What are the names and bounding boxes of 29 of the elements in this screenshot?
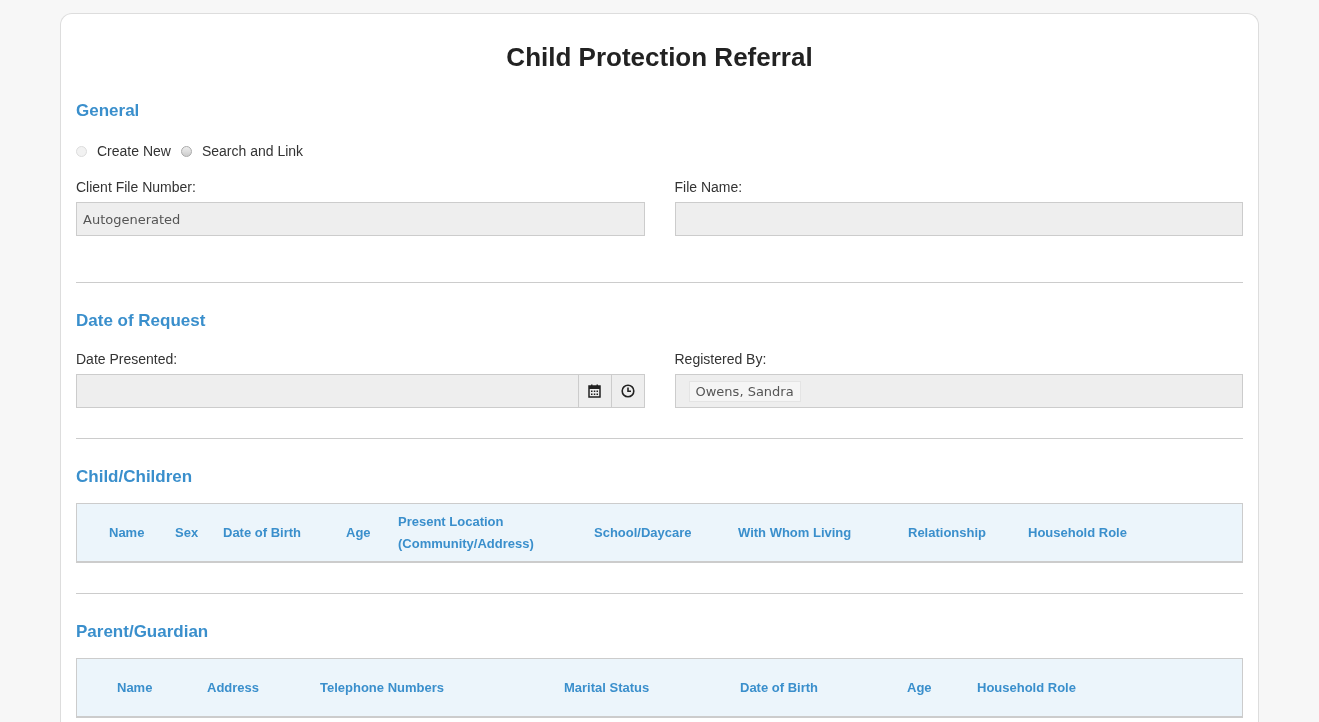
date-field[interactable] xyxy=(76,374,645,408)
column-header: Address xyxy=(207,678,261,697)
section-heading: Parent/Guardian xyxy=(76,622,210,642)
column-header: With Whom Living xyxy=(738,523,853,542)
column-header: Household Role xyxy=(1028,523,1128,542)
section-heading: General xyxy=(76,101,141,121)
field-label: Client File Number: xyxy=(76,179,197,195)
user-picker-field[interactable]: Owens, Sandra xyxy=(674,374,1243,408)
field-label: Registered By: xyxy=(674,351,768,367)
column-header: Marital Status xyxy=(564,678,651,697)
column-header: Telephone Numbers xyxy=(320,678,445,697)
section-heading: Date of Request xyxy=(76,311,207,331)
page-title: Child Protection Referral xyxy=(505,42,814,73)
user-tag[interactable]: Owens, Sandra xyxy=(688,380,801,402)
field-label: Date Presented: xyxy=(76,351,179,367)
column-header: Household Role xyxy=(977,678,1077,697)
column-header: School/Daycare xyxy=(594,523,693,542)
column-header: Name xyxy=(109,523,146,542)
column-header: Name xyxy=(117,678,154,697)
column-header: Age xyxy=(346,523,372,542)
radio-option[interactable]: Search and Link xyxy=(180,143,304,159)
column-header: Sex xyxy=(175,523,200,542)
column-header: Present Location (Community/Address) xyxy=(398,512,535,553)
column-header: Date of Birth xyxy=(223,523,302,542)
field-label: File Name: xyxy=(674,179,744,195)
column-header: Age xyxy=(907,678,933,697)
column-header: Date of Birth xyxy=(740,678,819,697)
section-heading: Child/Children xyxy=(76,467,194,487)
column-header: Relationship xyxy=(908,523,987,542)
